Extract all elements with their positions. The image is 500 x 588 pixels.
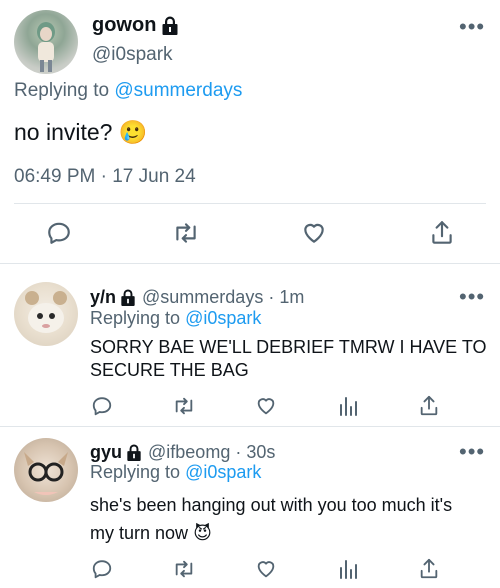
handle[interactable]: @summerdays bbox=[142, 287, 263, 308]
retweet-icon[interactable] bbox=[171, 394, 197, 418]
replying-handle-link[interactable]: @summerdays bbox=[114, 80, 242, 101]
avatar-figure bbox=[24, 452, 68, 495]
replying-to: Replying to @summerdays bbox=[14, 80, 242, 102]
avatar[interactable] bbox=[14, 438, 78, 502]
replying-to: Replying to @i0spark bbox=[90, 308, 261, 329]
more-dots-icon[interactable]: ••• bbox=[459, 441, 485, 463]
divider bbox=[0, 263, 500, 264]
retweet-icon[interactable] bbox=[171, 219, 201, 247]
replying-to: Replying to @i0spark bbox=[90, 462, 261, 483]
more-dots-icon[interactable]: ••• bbox=[459, 16, 485, 38]
tweet-text-line-2: my turn now 😈 bbox=[90, 519, 452, 547]
divider bbox=[14, 203, 486, 204]
tweet-emoji: 🥲 bbox=[118, 119, 148, 145]
replying-prefix: Replying to bbox=[90, 462, 181, 482]
tweet-body: no invite? bbox=[14, 119, 113, 145]
reply-icon[interactable] bbox=[90, 394, 114, 418]
reply-icon[interactable] bbox=[90, 557, 114, 581]
relative-time[interactable]: 30s bbox=[246, 442, 275, 463]
handle[interactable]: @ifbeomg bbox=[148, 442, 230, 463]
views-icon[interactable] bbox=[337, 394, 359, 418]
reply-icon[interactable] bbox=[45, 219, 73, 247]
tweet-text: she's been hanging out with you too much… bbox=[90, 491, 452, 547]
replying-handle-link[interactable]: @i0spark bbox=[185, 308, 261, 328]
more-dots-icon[interactable]: ••• bbox=[459, 286, 485, 308]
avatar-figure bbox=[37, 22, 55, 72]
replying-prefix: Replying to bbox=[14, 80, 110, 101]
replying-prefix: Replying to bbox=[90, 308, 181, 328]
views-icon[interactable] bbox=[337, 557, 359, 581]
tweet-text-line: my turn now bbox=[90, 523, 189, 543]
lock-icon bbox=[120, 289, 136, 306]
tweet-text: no invite? 🥲 bbox=[14, 119, 148, 146]
tweet-emoji: 😈 bbox=[193, 523, 212, 543]
lock-icon bbox=[126, 444, 142, 461]
share-icon[interactable] bbox=[417, 393, 441, 419]
share-icon[interactable] bbox=[417, 556, 441, 582]
like-icon[interactable] bbox=[254, 394, 278, 418]
time-separator: · bbox=[268, 287, 275, 307]
display-name[interactable]: y/n bbox=[90, 287, 116, 308]
time-separator: · bbox=[235, 442, 242, 462]
divider bbox=[0, 426, 500, 427]
lock-icon bbox=[161, 16, 179, 35]
tweet-text-line: SORRY BAE WE'LL DEBRIEF TMRW I HAVE TO bbox=[90, 337, 487, 357]
like-icon[interactable] bbox=[254, 557, 278, 581]
retweet-icon[interactable] bbox=[171, 557, 197, 581]
display-name[interactable]: gyu bbox=[90, 442, 122, 463]
display-name[interactable]: gowon bbox=[92, 14, 156, 37]
avatar[interactable] bbox=[14, 282, 78, 346]
tweet-text-line: SECURE THE BAG bbox=[90, 360, 249, 380]
replying-handle-link[interactable]: @i0spark bbox=[185, 462, 261, 482]
avatar[interactable] bbox=[14, 10, 78, 74]
tweet-text-line: she's been hanging out with you too much… bbox=[90, 495, 453, 515]
avatar-figure bbox=[25, 291, 67, 333]
share-icon[interactable] bbox=[428, 218, 456, 248]
handle[interactable]: @i0spark bbox=[92, 44, 173, 66]
timestamp[interactable]: 06:49 PM · 17 Jun 24 bbox=[14, 166, 196, 188]
like-icon[interactable] bbox=[300, 219, 328, 247]
relative-time[interactable]: 1m bbox=[279, 287, 304, 308]
tweet-text: SORRY BAE WE'LL DEBRIEF TMRW I HAVE TO S… bbox=[90, 336, 487, 382]
